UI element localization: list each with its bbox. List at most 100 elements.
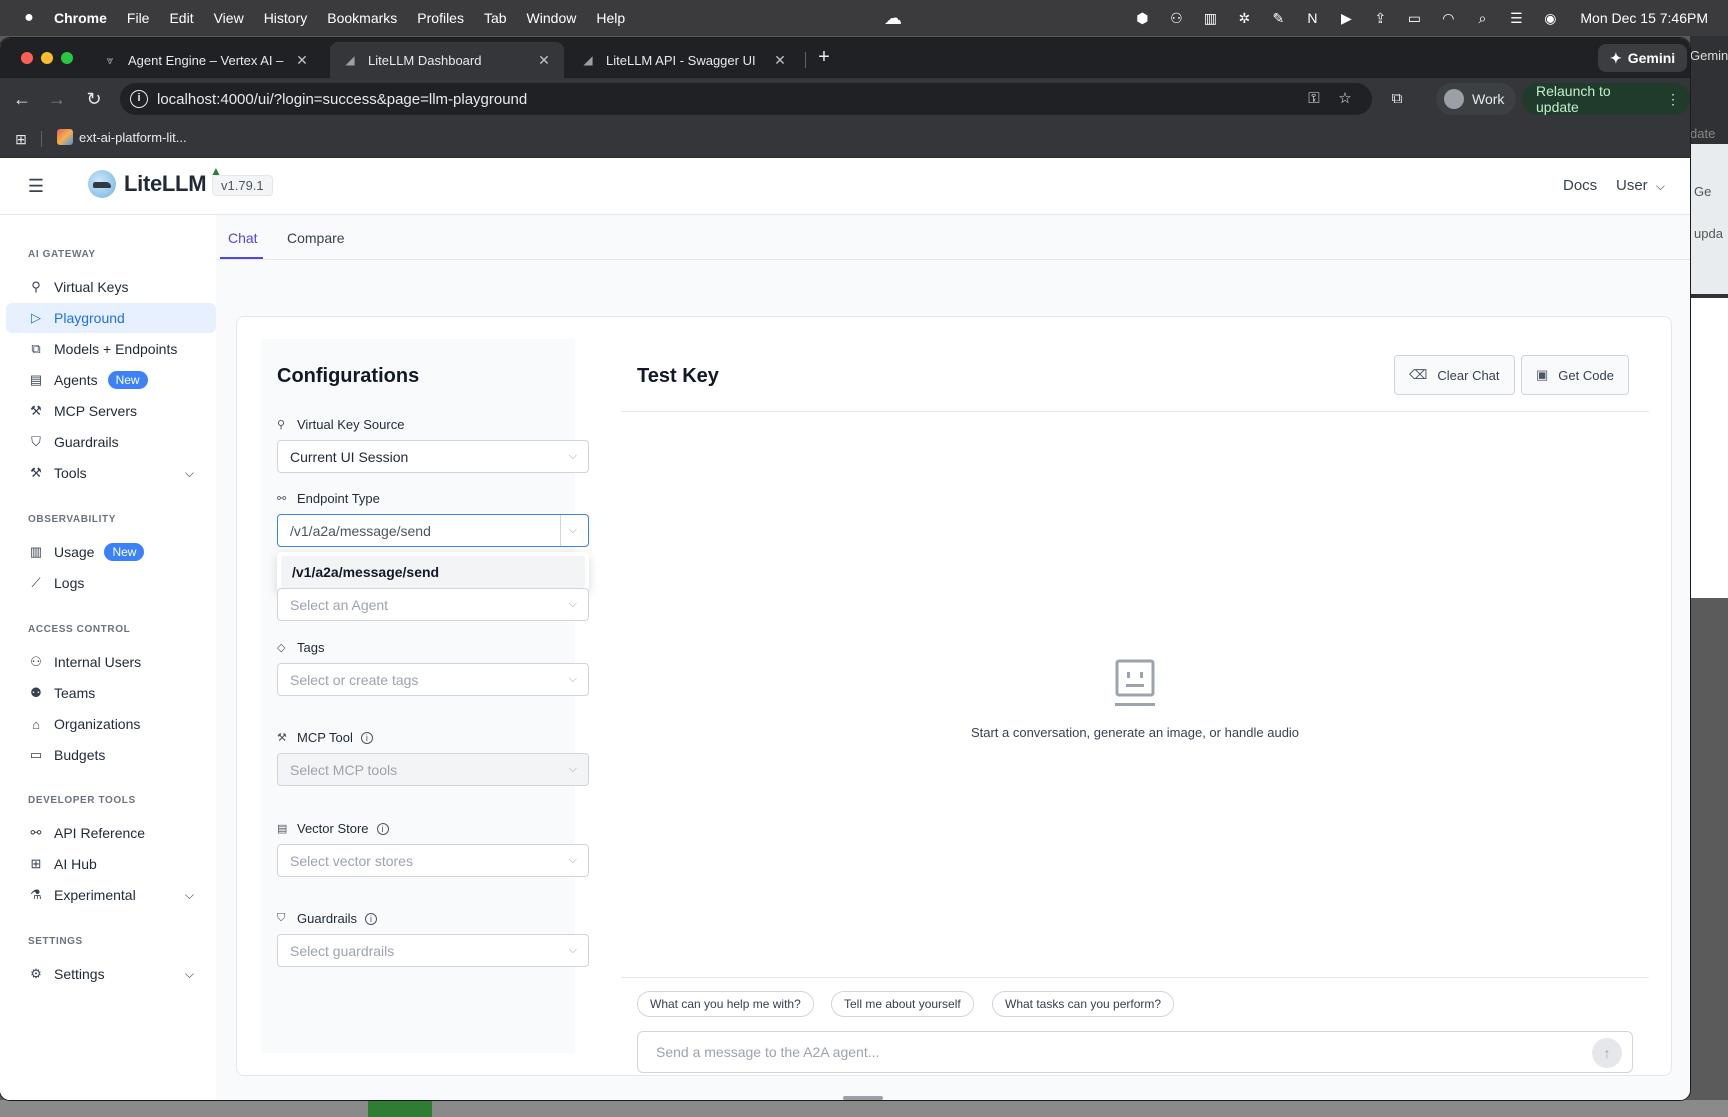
edit-status-icon[interactable]: ✎ — [1268, 9, 1288, 27]
control-center-icon[interactable]: ☰ — [1506, 9, 1526, 27]
zoom-window-button[interactable] — [61, 52, 73, 64]
info-icon[interactable]: i — [364, 912, 377, 925]
tab-litellm-dashboard[interactable]: ◢ LiteLLM Dashboard ✕ — [330, 42, 564, 78]
sidebar-item-usage[interactable]: ▥ Usage New — [6, 537, 216, 567]
relaunch-button[interactable]: Relaunch to update ⋮ — [1522, 83, 1690, 115]
profile-button[interactable]: Work — [1436, 83, 1517, 115]
info-icon[interactable]: i — [376, 822, 389, 835]
litellm-logo[interactable]: LiteLLM ▲ — [88, 164, 222, 198]
url-text[interactable]: localhost:4000/ui/?login=success&page=ll… — [157, 91, 527, 108]
info-icon[interactable]: i — [360, 731, 373, 744]
menu-edit[interactable]: Edit — [169, 10, 193, 26]
tab-chat[interactable]: Chat — [228, 230, 258, 246]
select-value[interactable]: /v1/a2a/message/send — [290, 523, 431, 539]
gemini-button[interactable]: ✦ Gemini — [1598, 44, 1688, 72]
guardrails-select[interactable]: Select guardrails ⌵ — [277, 934, 589, 967]
docs-link[interactable]: Docs — [1563, 177, 1597, 194]
sidebar-item-virtual-keys[interactable]: ⚲ Virtual Keys — [6, 272, 216, 302]
get-code-button[interactable]: ▣ Get Code — [1521, 355, 1629, 395]
sidebar-item-teams[interactable]: ⚉ Teams — [6, 678, 216, 708]
search-icon[interactable]: ⌕ — [1472, 9, 1492, 27]
stats-icon[interactable]: ▥ — [1200, 9, 1220, 27]
sidebar-item-ai-hub[interactable]: ⊞ AI Hub — [6, 849, 216, 879]
apple-icon[interactable]: ● — [18, 9, 40, 27]
endpoint-type-select[interactable]: /v1/a2a/message/send ⌵ — [277, 514, 589, 547]
vector-store-select[interactable]: Select vector stores ⌵ — [277, 844, 589, 877]
select-placeholder: Select guardrails — [290, 942, 395, 959]
suggestion-chip[interactable]: What tasks can you perform? — [992, 991, 1175, 1017]
close-icon[interactable]: ✕ — [536, 52, 552, 69]
sidebar-item-mcp-servers[interactable]: ⚒ MCP Servers — [6, 396, 216, 426]
close-window-button[interactable] — [21, 52, 33, 64]
suggestion-chip[interactable]: What can you help me with? — [637, 991, 814, 1017]
sidebar-item-label: Settings — [54, 966, 105, 982]
tab-swagger-ui[interactable]: ◢ LiteLLM API - Swagger UI ✕ — [568, 42, 800, 78]
new-tab-button[interactable]: + — [812, 46, 836, 69]
sidebar-item-budgets[interactable]: ▭ Budgets — [6, 740, 216, 770]
siri-icon[interactable]: ◉ — [1540, 9, 1560, 27]
close-icon[interactable]: ✕ — [294, 52, 310, 69]
sidebar-item-organizations[interactable]: ⌂ Organizations — [6, 709, 216, 739]
virtual-key-source-select[interactable]: Current UI Session ⌵ — [277, 440, 589, 473]
menu-tab[interactable]: Tab — [484, 10, 507, 26]
key-icon: ⚲ — [31, 279, 41, 294]
menu-help[interactable]: Help — [596, 10, 625, 26]
tab-compare[interactable]: Compare — [287, 230, 345, 246]
menu-profiles[interactable]: Profiles — [417, 10, 464, 26]
tab-agent-engine[interactable]: ⩔ Agent Engine – Vertex AI – lit ✕ — [90, 42, 322, 78]
dropdown-option[interactable]: /v1/a2a/message/send — [281, 556, 585, 588]
mcp-tool-select[interactable]: Select MCP tools ⌵ — [277, 753, 589, 786]
clock[interactable]: Mon Dec 15 7:46PM — [1580, 10, 1708, 26]
cube-icon[interactable]: ⬢ — [1132, 9, 1152, 27]
sidebar-item-experimental[interactable]: ⚗ Experimental ⌵ — [6, 880, 216, 910]
sidebar-item-settings[interactable]: ⚙ Settings ⌵ — [6, 959, 216, 989]
notion-icon[interactable]: N — [1302, 9, 1322, 27]
background-pane-label-1: Ge — [1694, 184, 1712, 199]
play-circle-icon[interactable]: ▶ — [1336, 9, 1356, 27]
sparkle-icon: ✦ — [1610, 49, 1622, 66]
password-key-icon[interactable]: ⚿ — [1304, 89, 1324, 109]
tab-search-icon[interactable]: ⧉ — [1387, 89, 1407, 109]
sync-icon[interactable]: ⇪ — [1370, 9, 1390, 27]
send-arrow-icon[interactable]: ↑ — [1592, 1038, 1622, 1068]
minimize-window-button[interactable] — [41, 52, 53, 64]
sidebar-item-playground[interactable]: ▷ Playground — [6, 303, 216, 333]
reload-icon[interactable]: ↻ — [82, 87, 106, 111]
menu-history[interactable]: History — [264, 10, 308, 26]
clear-chat-button[interactable]: ⌫ Clear Chat — [1394, 355, 1515, 395]
user-menu[interactable]: User ⌵ — [1616, 177, 1665, 194]
agents-icon: ▤ — [29, 372, 43, 387]
suggestion-chip[interactable]: Tell me about yourself — [831, 991, 974, 1017]
agent-select[interactable]: Select an Agent ⌵ — [277, 588, 589, 621]
bookmark-ext-ai-platform[interactable]: ext-ai-platform-lit... — [57, 129, 187, 145]
gear-status-icon[interactable]: ✲ — [1234, 9, 1254, 27]
sidebar-item-api-reference[interactable]: ⚯ API Reference — [6, 818, 216, 848]
sidebar-item-internal-users[interactable]: ⚇ Internal Users — [6, 647, 216, 677]
address-bar[interactable]: i localhost:4000/ui/?login=success&page=… — [120, 83, 1372, 115]
close-icon[interactable]: ✕ — [772, 52, 788, 69]
tags-select[interactable]: Select or create tags ⌵ — [277, 663, 589, 696]
battery-icon[interactable]: ▭ — [1404, 9, 1424, 27]
menu-bookmarks[interactable]: Bookmarks — [327, 10, 397, 26]
menu-app-chrome[interactable]: Chrome — [54, 10, 107, 26]
sidebar-item-tools[interactable]: ⚒ Tools ⌵ — [6, 458, 216, 488]
menu-view[interactable]: View — [214, 10, 244, 26]
cloud-icon[interactable]: ☁ — [884, 8, 902, 29]
sidebar-item-models-endpoints[interactable]: ⧉ Models + Endpoints — [6, 334, 216, 364]
message-input[interactable]: Send a message to the A2A agent... ↑ — [637, 1031, 1633, 1073]
sidebar-item-logs[interactable]: ⟋ Logs — [6, 568, 216, 598]
site-info-icon[interactable]: i — [130, 90, 148, 108]
menu-toggle-icon[interactable]: ☰ — [26, 176, 46, 196]
resize-handle[interactable] — [843, 1096, 883, 1100]
menu-window[interactable]: Window — [527, 10, 577, 26]
wifi-icon[interactable]: ◠ — [1438, 9, 1458, 27]
teams-icon[interactable]: ⚇ — [1166, 9, 1186, 27]
sidebar-item-agents[interactable]: ▤ Agents New — [6, 365, 216, 395]
bookmark-star-icon[interactable]: ☆ — [1335, 89, 1355, 109]
menu-file[interactable]: File — [127, 10, 150, 26]
sidebar-item-guardrails[interactable]: ⛉ Guardrails — [6, 427, 216, 457]
apps-grid-icon[interactable]: ⊞ — [12, 131, 30, 148]
forward-arrow-icon[interactable]: → — [45, 87, 69, 111]
back-arrow-icon[interactable]: ← — [10, 87, 34, 111]
select-value: Current UI Session — [290, 448, 409, 465]
